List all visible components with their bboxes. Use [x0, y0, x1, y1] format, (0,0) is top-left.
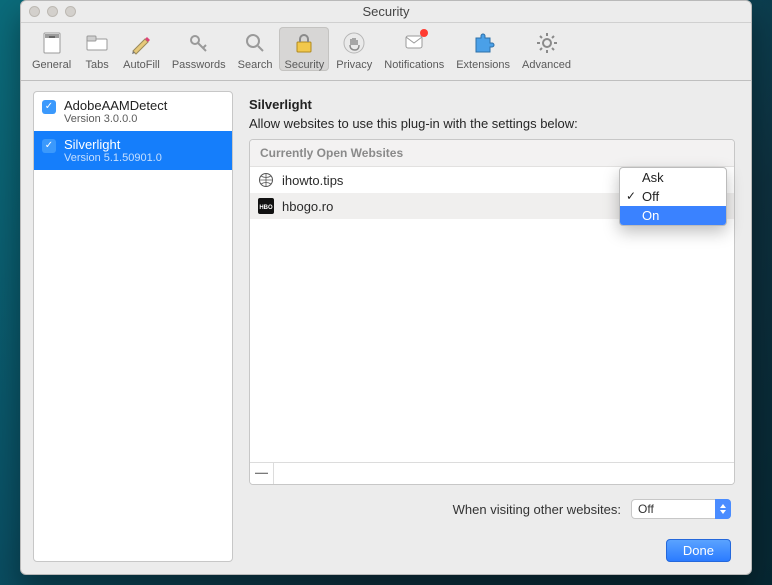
site-name: hbogo.ro [282, 199, 638, 214]
close-window-icon[interactable] [29, 6, 40, 17]
done-row: Done [249, 519, 735, 562]
other-websites-select[interactable]: Off [631, 499, 731, 519]
plugin-detail-pane: Silverlight Allow websites to use this p… [247, 91, 739, 562]
detail-title: Silverlight [249, 97, 735, 112]
other-websites-label: When visiting other websites: [453, 502, 621, 517]
dropdown-option-on[interactable]: On [620, 206, 726, 225]
tab-security[interactable]: Security [279, 27, 329, 71]
sites-footer: — [250, 462, 734, 484]
tabs-icon [83, 29, 111, 57]
tab-extensions[interactable]: Extensions [451, 27, 515, 71]
tab-general[interactable]: General [27, 27, 76, 71]
window-title: Security [21, 4, 751, 19]
tab-advanced[interactable]: Advanced [517, 27, 576, 71]
lock-icon [290, 29, 318, 57]
plugin-name: Silverlight [64, 137, 162, 152]
bell-icon [400, 29, 428, 57]
tab-notifications[interactable]: Notifications [379, 27, 449, 71]
titlebar[interactable]: Security [21, 1, 751, 23]
tab-passwords[interactable]: Passwords [167, 27, 231, 71]
zoom-window-icon[interactable] [65, 6, 76, 17]
plugin-list[interactable]: ✓ AdobeAAMDetect Version 3.0.0.0 ✓ Silve… [33, 91, 233, 562]
tab-search[interactable]: Search [233, 27, 278, 71]
hbo-icon: HBO [258, 198, 274, 214]
tab-tabs[interactable]: Tabs [78, 27, 116, 71]
dropdown-option-off[interactable]: ✓ Off [620, 187, 726, 206]
tab-autofill[interactable]: AutoFill [118, 27, 165, 71]
autofill-icon [127, 29, 155, 57]
site-name: ihowto.tips [282, 173, 638, 188]
dropdown-option-ask[interactable]: Ask [620, 168, 726, 187]
permission-dropdown[interactable]: Ask ✓ Off On [619, 167, 727, 226]
remove-site-button[interactable]: — [250, 463, 274, 485]
preferences-toolbar: General Tabs AutoFill Passwords Search [21, 23, 751, 81]
plugin-checkbox[interactable]: ✓ [42, 100, 56, 114]
preferences-window: Security General Tabs AutoFill Passwords [20, 0, 752, 575]
general-icon [38, 29, 66, 57]
sites-header: Currently Open Websites [250, 140, 734, 167]
content-area: ✓ AdobeAAMDetect Version 3.0.0.0 ✓ Silve… [21, 81, 751, 574]
gear-icon [533, 29, 561, 57]
plugin-checkbox[interactable]: ✓ [42, 139, 56, 153]
globe-icon [258, 172, 274, 188]
hand-icon [340, 29, 368, 57]
plugin-row-adobeaamdetect[interactable]: ✓ AdobeAAMDetect Version 3.0.0.0 [34, 92, 232, 131]
plugin-version: Version 5.1.50901.0 [64, 152, 162, 164]
detail-hint: Allow websites to use this plug-in with … [249, 116, 735, 131]
traffic-lights[interactable] [29, 6, 76, 17]
key-icon [185, 29, 213, 57]
stepper-icon [715, 499, 731, 519]
tab-privacy[interactable]: Privacy [331, 27, 377, 71]
minimize-window-icon[interactable] [47, 6, 58, 17]
other-websites-row: When visiting other websites: Off [249, 485, 735, 519]
plugin-name: AdobeAAMDetect [64, 98, 167, 113]
plugin-row-silverlight[interactable]: ✓ Silverlight Version 5.1.50901.0 [34, 131, 232, 170]
done-button[interactable]: Done [666, 539, 731, 562]
check-icon: ✓ [626, 189, 636, 203]
search-icon [241, 29, 269, 57]
plugin-version: Version 3.0.0.0 [64, 113, 167, 125]
puzzle-icon [469, 29, 497, 57]
svg-text:HBO: HBO [259, 205, 273, 211]
